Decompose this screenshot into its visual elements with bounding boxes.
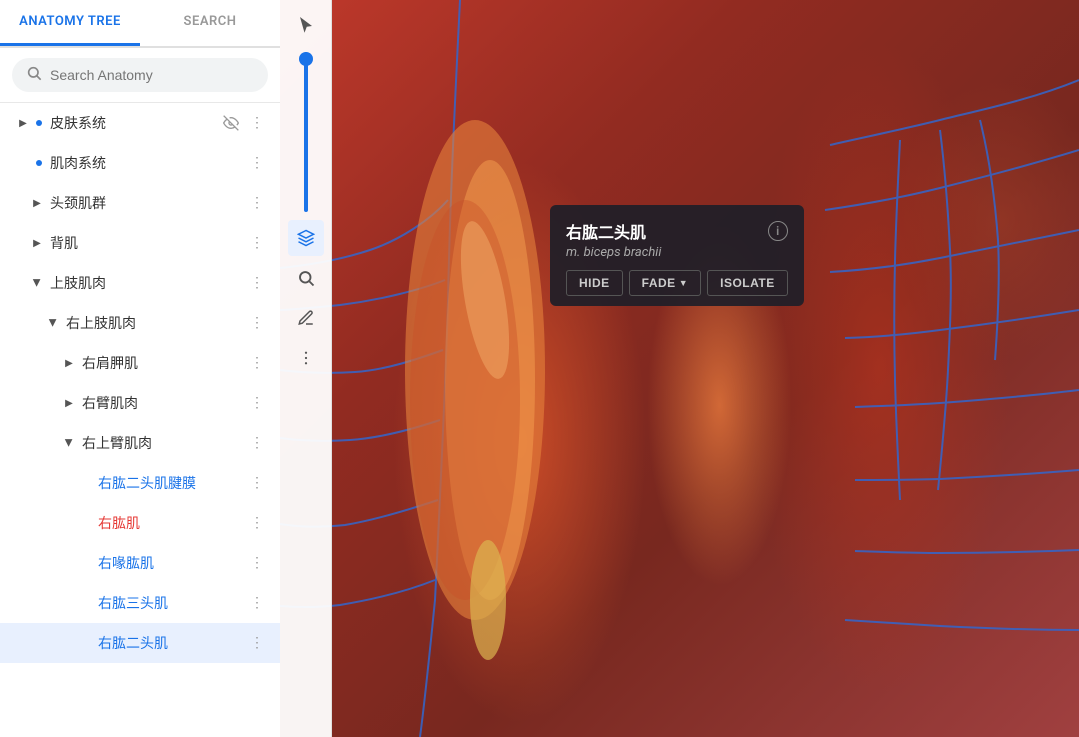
fade-button[interactable]: FADE ▼ (629, 270, 701, 296)
item-actions-right-shoulder: ⋮ (246, 352, 268, 374)
fade-label: FADE (642, 276, 676, 290)
tree-area: ▶ 皮肤系统 ⋮ ▶ 肌肉系统 ⋮ ▶ (0, 103, 280, 737)
tree-item-right-arm[interactable]: ▶ 右臂肌肉 ⋮ (0, 383, 280, 423)
tree-item-right-upper-arm[interactable]: ▶ 右上肢肌肉 ⋮ (0, 303, 280, 343)
visibility-icon-skin[interactable] (220, 112, 242, 134)
more-icon-aponeurosis[interactable]: ⋮ (246, 472, 268, 494)
item-actions-right-arm: ⋮ (246, 392, 268, 414)
fade-dropdown-icon: ▼ (679, 278, 688, 288)
more-icon-upper-limb[interactable]: ⋮ (246, 272, 268, 294)
item-label-right-shoulder: 右肩胛肌 (82, 353, 246, 373)
more-icon-brachialis[interactable]: ⋮ (246, 552, 268, 574)
more-options-button[interactable] (288, 340, 324, 376)
more-icon-right-upper[interactable]: ⋮ (246, 312, 268, 334)
item-label-triceps: 右肱三头肌 (98, 593, 246, 613)
more-icon-triceps[interactable]: ⋮ (246, 592, 268, 614)
item-actions-right-upper2: ⋮ (246, 432, 268, 454)
3d-search-button[interactable] (288, 260, 324, 296)
item-label-brachialis: 右喙肱肌 (98, 553, 246, 573)
item-label-aponeurosis: 右肱二头肌腱膜 (98, 473, 246, 493)
item-actions-right-upper: ⋮ (246, 312, 268, 334)
more-icon-right-arm[interactable]: ⋮ (246, 392, 268, 414)
item-actions-head: ⋮ (246, 192, 268, 214)
expand-arrow-right-arm: ▶ (60, 394, 78, 412)
item-label-biceps: 右肱二头肌 (98, 633, 246, 653)
expand-arrow-right-upper: ▶ (44, 314, 62, 332)
item-actions-cora: ⋮ (246, 512, 268, 534)
item-label-head: 头颈肌群 (50, 193, 246, 213)
search-icon (26, 65, 42, 85)
more-icon-right-upper2[interactable]: ⋮ (246, 432, 268, 454)
more-icon-back[interactable]: ⋮ (246, 232, 268, 254)
item-actions-triceps: ⋮ (246, 592, 268, 614)
more-icon-muscle[interactable]: ⋮ (246, 152, 268, 174)
popup-info-button[interactable]: i (768, 221, 788, 241)
tab-search[interactable]: SEARCH (140, 0, 280, 46)
tab-anatomy-tree[interactable]: ANATOMY TREE (0, 0, 140, 46)
more-icon-right-shoulder[interactable]: ⋮ (246, 352, 268, 374)
anatomy-background (280, 0, 1079, 737)
tree-item-right-shoulder[interactable]: ▶ 右肩胛肌 ⋮ (0, 343, 280, 383)
expand-arrow-head: ▶ (28, 194, 46, 212)
item-actions-brachialis: ⋮ (246, 552, 268, 574)
item-label-upper-limb: 上肢肌肉 (50, 273, 246, 293)
more-icon-cora[interactable]: ⋮ (246, 512, 268, 534)
opacity-slider-thumb[interactable] (299, 52, 313, 66)
isolate-button[interactable]: ISOLATE (707, 270, 788, 296)
tree-item-back-muscle[interactable]: ▶ 背肌 ⋮ (0, 223, 280, 263)
tree-item-skin-system[interactable]: ▶ 皮肤系统 ⋮ (0, 103, 280, 143)
expand-arrow-upper-limb: ▶ (28, 274, 46, 292)
item-label-right-arm: 右臂肌肉 (82, 393, 246, 413)
tree-item-right-upper-arm2[interactable]: ▶ 右上臂肌肉 ⋮ (0, 423, 280, 463)
item-actions-biceps: ⋮ (246, 632, 268, 654)
main-3d-area[interactable]: 右肱二头肌 i m. biceps brachii HIDE FADE ▼ IS… (280, 0, 1079, 737)
item-label-skin: 皮肤系统 (50, 113, 220, 133)
tree-item-right-biceps-aponeurosis[interactable]: ▶ 右肱二头肌腱膜 ⋮ (0, 463, 280, 503)
popup-title-row: 右肱二头肌 i (566, 219, 788, 243)
item-actions-back: ⋮ (246, 232, 268, 254)
tree-item-right-triceps[interactable]: ▶ 右肱三头肌 ⋮ (0, 583, 280, 623)
cursor-tool-button[interactable] (288, 8, 324, 44)
item-dot-skin (36, 120, 42, 126)
tree-item-right-biceps[interactable]: ▶ 右肱二头肌 ⋮ (0, 623, 280, 663)
item-label-right-upper2: 右上臂肌肉 (82, 433, 246, 453)
search-bar (0, 48, 280, 103)
item-label-cora: 右肱肌 (98, 513, 246, 533)
tree-item-head-muscle[interactable]: ▶ 头颈肌群 ⋮ (0, 183, 280, 223)
left-panel: ANATOMY TREE SEARCH ▶ 皮肤系统 (0, 0, 280, 737)
tree-item-upper-limb[interactable]: ▶ 上肢肌肉 ⋮ (0, 263, 280, 303)
info-popup: 右肱二头肌 i m. biceps brachii HIDE FADE ▼ IS… (550, 205, 804, 306)
layers-button[interactable] (288, 220, 324, 256)
item-actions-muscle: ⋮ (246, 152, 268, 174)
tab-header: ANATOMY TREE SEARCH (0, 0, 280, 48)
popup-muscle-name: 右肱二头肌 (566, 219, 646, 243)
item-dot-muscle (36, 160, 42, 166)
item-actions-aponeurosis: ⋮ (246, 472, 268, 494)
more-icon-head[interactable]: ⋮ (246, 192, 268, 214)
expand-arrow-back: ▶ (28, 234, 46, 252)
tree-item-right-coracobrachialis[interactable]: ▶ 右肱肌 ⋮ (0, 503, 280, 543)
item-label-back: 背肌 (50, 233, 246, 253)
pencil-button[interactable] (288, 300, 324, 336)
item-actions-upper-limb: ⋮ (246, 272, 268, 294)
toolbar (280, 0, 332, 737)
more-icon-biceps[interactable]: ⋮ (246, 632, 268, 654)
opacity-slider-track (304, 52, 308, 212)
popup-action-buttons: HIDE FADE ▼ ISOLATE (566, 270, 788, 296)
expand-arrow-right-upper2: ▶ (60, 434, 78, 452)
item-label-right-upper: 右上肢肌肉 (66, 313, 246, 333)
hide-button[interactable]: HIDE (566, 270, 623, 296)
tree-item-right-brachialis[interactable]: ▶ 右喙肱肌 ⋮ (0, 543, 280, 583)
more-icon-skin[interactable]: ⋮ (246, 112, 268, 134)
muscle-texture (280, 0, 1079, 737)
expand-arrow-right-shoulder: ▶ (60, 354, 78, 372)
search-input[interactable] (50, 67, 254, 83)
expand-arrow-skin: ▶ (14, 114, 32, 132)
tree-item-muscle-system[interactable]: ▶ 肌肉系统 ⋮ (0, 143, 280, 183)
item-actions-skin: ⋮ (220, 112, 268, 134)
search-input-wrap (12, 58, 268, 92)
popup-subtitle: m. biceps brachii (566, 245, 788, 260)
item-label-muscle: 肌肉系统 (50, 153, 246, 173)
